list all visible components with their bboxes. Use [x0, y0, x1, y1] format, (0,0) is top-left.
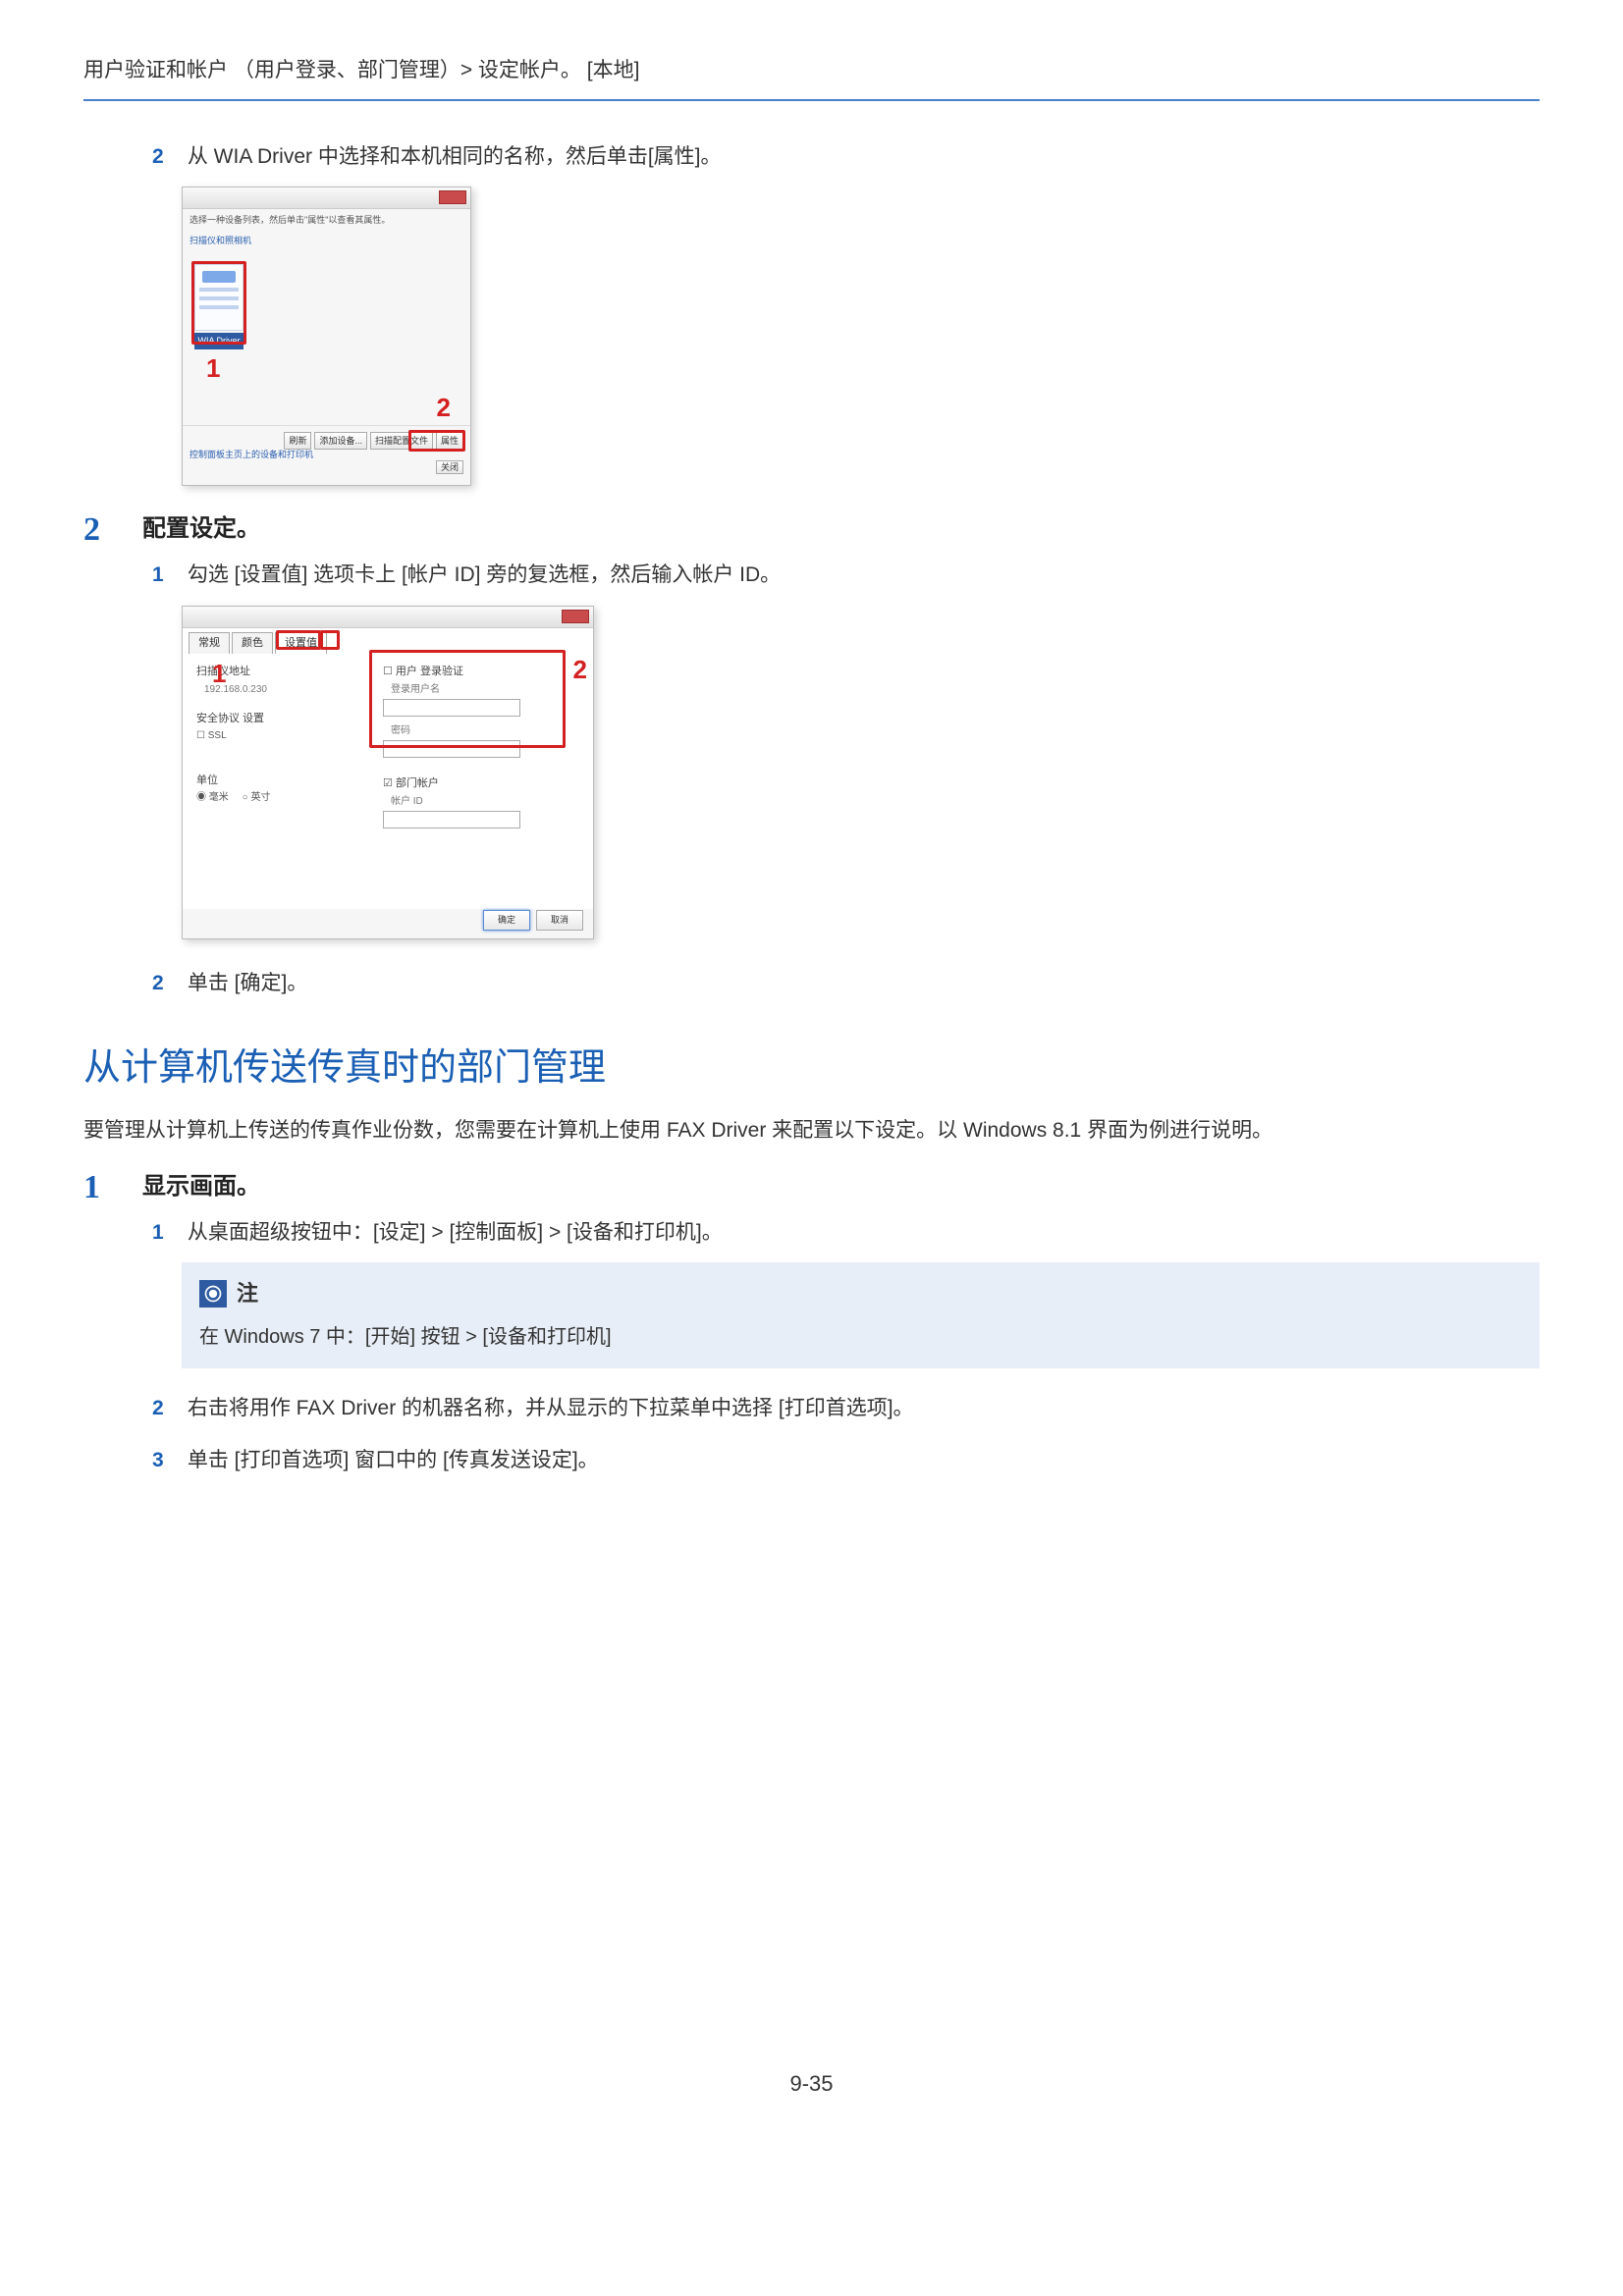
section-heading: 从计算机传送传真时的部门管理	[83, 1039, 1540, 1098]
breadcrumb: 用户验证和帐户 （用户登录、部门管理）> 设定帐户。 [本地]	[83, 54, 1540, 101]
substep-number: 1	[152, 559, 182, 592]
highlight-1	[276, 630, 321, 650]
page-number: 9-35	[83, 2066, 1540, 2101]
add-device-button[interactable]: 添加设备...	[314, 432, 367, 450]
ssl-checkbox-label[interactable]: SSL	[208, 730, 227, 741]
highlight-2	[369, 650, 566, 748]
note-box: 注 在 Windows 7 中：[开始] 按钮 > [设备和打印机]	[182, 1262, 1540, 1367]
substep-text: 勾选 [设置值] 选项卡上 [帐户 ID] 旁的复选框，然后输入帐户 ID。	[188, 563, 781, 586]
section-intro: 要管理从计算机上传送的传真作业份数，您需要在计算机上使用 FAX Driver …	[83, 1114, 1540, 1148]
substep-number: 3	[152, 1444, 182, 1477]
step-title: 显示画面。	[142, 1171, 260, 1204]
close-button[interactable]: 关闭	[436, 460, 463, 474]
close-icon[interactable]	[562, 610, 589, 623]
callout-2: 2	[437, 388, 451, 429]
highlight-1b	[320, 630, 340, 650]
substep-text: 单击 [打印首选项] 窗口中的 [传真发送设定]。	[188, 1449, 599, 1471]
footer-link[interactable]: 控制面板主页上的设备和打印机	[183, 446, 320, 463]
callout-1: 1	[206, 348, 220, 390]
step-number: 2	[83, 513, 142, 547]
callout-2: 2	[573, 650, 587, 691]
highlight-1	[191, 261, 246, 345]
close-icon[interactable]	[439, 190, 466, 204]
protocol-label: 安全协议 设置	[196, 713, 264, 724]
note-text: 在 Windows 7 中：[开始] 按钮 > [设备和打印机]	[199, 1321, 1522, 1353]
unit-mm[interactable]: 毫米	[209, 792, 229, 803]
dialog-titlebar	[183, 187, 470, 209]
figure-settings-dialog: 常规 颜色 设置值 扫描仪地址192.168.0.230 1 安全协议 设置 ☐…	[182, 606, 594, 939]
account-label[interactable]: 部门帐户	[396, 777, 439, 789]
callout-1: 1	[212, 654, 226, 695]
substep-text: 从 WIA Driver 中选择和本机相同的名称，然后单击[属性]。	[188, 145, 722, 168]
substep-number: 2	[152, 967, 182, 1000]
unit-inch[interactable]: 英寸	[251, 792, 271, 803]
dialog-link[interactable]: 扫描仪和照相机	[183, 232, 470, 249]
cancel-button[interactable]: 取消	[536, 910, 583, 930]
substep-text: 单击 [确定]。	[188, 972, 308, 994]
step-number: 1	[83, 1171, 142, 1204]
figure-wia-dialog: 选择一种设备列表，然后单击"属性"以查看其属性。 扫描仪和照相机 WIA Dri…	[182, 187, 471, 486]
account-id-label: 帐户 ID	[391, 796, 423, 807]
dialog-desc: 选择一种设备列表，然后单击"属性"以查看其属性。	[183, 209, 470, 231]
note-label: 注	[237, 1276, 258, 1310]
ok-button[interactable]: 确定	[483, 910, 530, 930]
substep-text: 从桌面超级按钮中：[设定] > [控制面板] > [设备和打印机]。	[188, 1221, 723, 1244]
step-title: 配置设定。	[142, 513, 260, 547]
substep-text: 右击将用作 FAX Driver 的机器名称，并从显示的下拉菜单中选择 [打印首…	[188, 1397, 914, 1419]
substep-number: 2	[152, 1392, 182, 1425]
substep-number: 1	[152, 1216, 182, 1250]
note-icon	[199, 1280, 227, 1308]
unit-label: 单位	[196, 774, 218, 786]
account-id-input[interactable]	[383, 811, 520, 828]
tab-general[interactable]: 常规	[189, 632, 230, 655]
tab-color[interactable]: 颜色	[232, 632, 273, 655]
substep-number: 2	[152, 140, 182, 174]
dialog-titlebar	[183, 607, 593, 628]
